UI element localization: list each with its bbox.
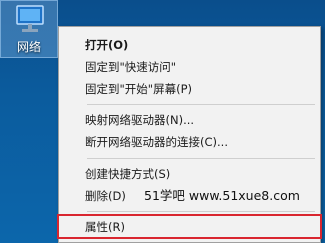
desktop: 网络 打开(O) 固定到"快速访问" 固定到"开始"屏幕(P) 映射网络驱动器(…	[0, 0, 325, 243]
context-menu: 打开(O) 固定到"快速访问" 固定到"开始"屏幕(P) 映射网络驱动器(N).…	[57, 26, 322, 243]
menu-item-label: 映射网络驱动器(N)...	[85, 113, 195, 127]
menu-item-label: 固定到"快速访问"	[85, 60, 177, 74]
network-icon	[13, 3, 47, 41]
menu-item-disconnect-network-drive[interactable]: 断开网络驱动器的连接(C)...	[59, 131, 320, 153]
properties-highlight-box	[57, 214, 322, 239]
menu-item-label: 打开(O)	[85, 38, 129, 52]
watermark-text: 51学吧 www.51xue8.com	[144, 188, 300, 203]
menu-item-label: 创建快捷方式(S)	[85, 167, 171, 181]
menu-item-pin-start[interactable]: 固定到"开始"屏幕(P)	[59, 78, 320, 100]
menu-item-label: 删除(D)	[85, 189, 126, 203]
menu-item-pin-quick-access[interactable]: 固定到"快速访问"	[59, 56, 320, 78]
menu-item-label: 固定到"开始"屏幕(P)	[85, 82, 192, 96]
menu-separator	[87, 211, 315, 212]
menu-item-open[interactable]: 打开(O)	[59, 34, 320, 56]
network-desktop-icon[interactable]: 网络	[0, 0, 58, 58]
menu-item-map-network-drive[interactable]: 映射网络驱动器(N)...	[59, 109, 320, 131]
menu-separator	[87, 104, 315, 105]
menu-item-create-shortcut[interactable]: 创建快捷方式(S)	[59, 163, 320, 185]
menu-separator	[87, 158, 315, 159]
network-icon-label: 网络	[16, 40, 41, 54]
menu-item-label: 断开网络驱动器的连接(C)...	[85, 135, 228, 149]
